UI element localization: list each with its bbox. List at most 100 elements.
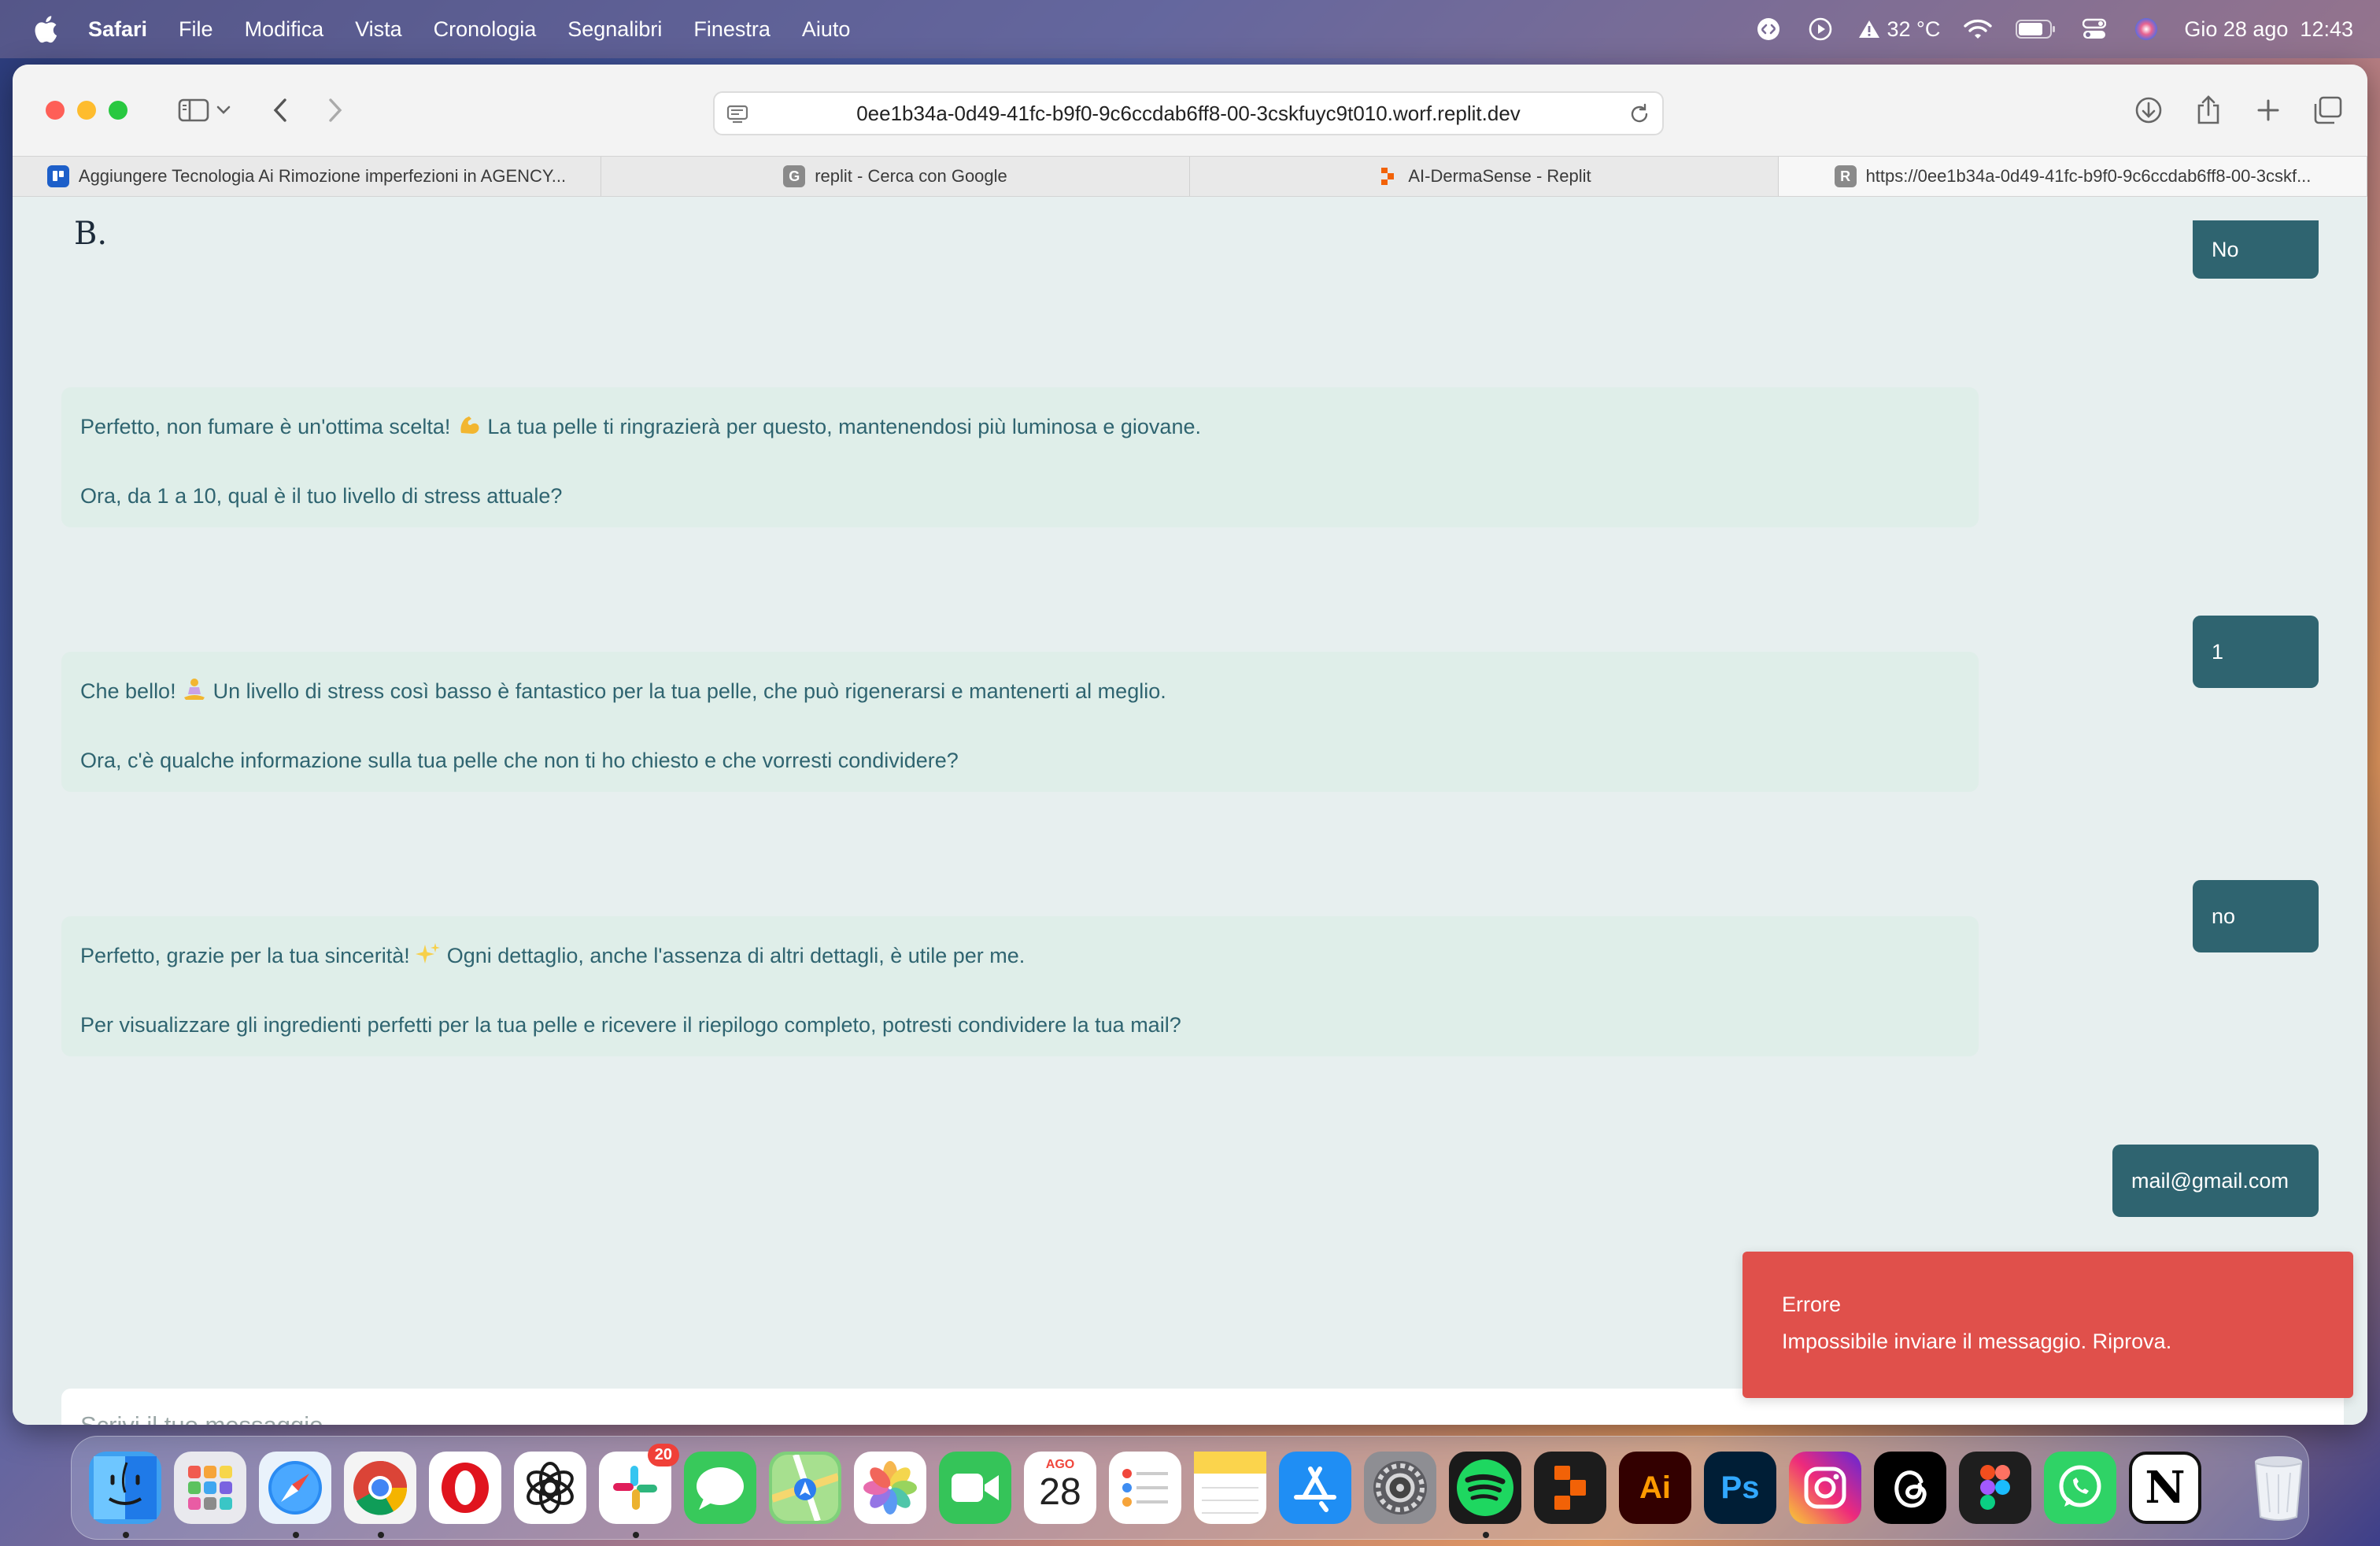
facetime-icon bbox=[952, 1474, 999, 1502]
dock-calendar[interactable]: AGO 28 bbox=[1024, 1452, 1096, 1524]
siri-icon[interactable] bbox=[2132, 15, 2160, 43]
back-button[interactable] bbox=[261, 91, 299, 129]
bot-message-line: Ora, da 1 a 10, qual è il tuo livello di… bbox=[80, 484, 563, 508]
error-toast[interactable]: Errore Impossibile inviare il messaggio.… bbox=[1743, 1252, 2353, 1398]
menu-app-name[interactable]: Safari bbox=[88, 17, 147, 42]
menu-view[interactable]: Vista bbox=[355, 17, 402, 42]
tab-replit[interactable]: AI-DermaSense - Replit bbox=[1190, 157, 1779, 196]
download-icon bbox=[2135, 97, 2162, 124]
whatsapp-icon bbox=[2059, 1465, 2101, 1507]
dock-chrome[interactable] bbox=[344, 1452, 416, 1538]
menu-bookmarks[interactable]: Segnalibri bbox=[567, 17, 662, 42]
dock-slack[interactable]: 20 bbox=[599, 1444, 679, 1538]
close-window-button[interactable] bbox=[46, 101, 65, 120]
toast-message: Impossibile inviare il messaggio. Riprov… bbox=[1782, 1330, 2172, 1353]
page-settings-icon[interactable] bbox=[726, 102, 749, 131]
dock-replit[interactable] bbox=[1534, 1452, 1606, 1524]
bot-text: Perfetto, non fumare è un'ottima scelta! bbox=[80, 415, 456, 438]
dock-reminders[interactable] bbox=[1109, 1452, 1181, 1524]
forward-button[interactable] bbox=[316, 91, 354, 129]
wifi-icon[interactable] bbox=[1964, 15, 1993, 43]
person-meditating-icon bbox=[184, 679, 205, 700]
dock-spotify[interactable] bbox=[1449, 1452, 1521, 1538]
play-circle-icon[interactable] bbox=[1806, 15, 1835, 43]
tab-google-search[interactable]: G replit - Cerca con Google bbox=[601, 157, 1190, 196]
dock-threads[interactable] bbox=[1874, 1452, 1946, 1524]
menu-edit[interactable]: Modifica bbox=[245, 17, 324, 42]
tab-title: https://0ee1b34a-0d49-41fc-b9f0-9c6ccdab… bbox=[1865, 166, 2312, 186]
slack-icon bbox=[613, 1466, 657, 1510]
dock-safari[interactable] bbox=[259, 1452, 331, 1538]
bot-text: Perfetto, grazie per la tua sincerità! bbox=[80, 944, 416, 967]
tab-title: Aggiungere Tecnologia Ai Rimozione imper… bbox=[78, 166, 567, 186]
threads-icon bbox=[1894, 1470, 1927, 1508]
battery-icon[interactable] bbox=[2016, 15, 2057, 43]
dock-app-store[interactable] bbox=[1279, 1452, 1351, 1524]
shazam-icon[interactable] bbox=[1754, 15, 1783, 43]
dock-maps[interactable] bbox=[769, 1452, 841, 1524]
flexed-biceps-icon bbox=[460, 416, 479, 434]
share-button[interactable] bbox=[2190, 91, 2227, 129]
minimize-window-button[interactable] bbox=[77, 101, 96, 120]
user-message: no bbox=[2193, 880, 2319, 952]
dock-photoshop[interactable]: Ps bbox=[1704, 1452, 1776, 1524]
bot-text: Un livello di stress così basso è fantas… bbox=[207, 679, 1166, 703]
dock-chatgpt[interactable] bbox=[514, 1452, 586, 1524]
new-tab-button[interactable] bbox=[2249, 91, 2287, 129]
dock-photos[interactable] bbox=[854, 1452, 926, 1524]
instagram-icon bbox=[1804, 1466, 1846, 1509]
window-controls bbox=[46, 101, 128, 120]
tab-trello[interactable]: Aggiungere Tecnologia Ai Rimozione imper… bbox=[13, 157, 601, 196]
dock-trash[interactable] bbox=[2242, 1452, 2315, 1524]
photos-icon bbox=[863, 1461, 917, 1515]
tab-overview-button[interactable] bbox=[2309, 91, 2347, 129]
bot-text: Che bello! bbox=[80, 679, 183, 703]
notes-icon bbox=[1194, 1452, 1266, 1524]
menu-help[interactable]: Aiuto bbox=[802, 17, 851, 42]
apple-logo-icon[interactable] bbox=[31, 13, 58, 45]
tab-current-page[interactable]: R https://0ee1b34a-0d49-41fc-b9f0-9c6ccd… bbox=[1779, 157, 2367, 196]
control-center-icon[interactable] bbox=[2080, 15, 2108, 43]
sidebar-toggle-button[interactable] bbox=[175, 91, 213, 129]
dock-finder[interactable] bbox=[89, 1452, 161, 1538]
bot-text: Ogni dettaglio, anche l'assenza di altri… bbox=[441, 944, 1026, 967]
weather-widget[interactable]: 32 °C bbox=[1858, 17, 1940, 42]
dock-whatsapp[interactable] bbox=[2044, 1452, 2116, 1524]
user-message: No bbox=[2193, 220, 2319, 279]
zoom-window-button[interactable] bbox=[109, 101, 128, 120]
chevron-down-icon bbox=[216, 105, 231, 114]
tab-group-menu-button[interactable] bbox=[213, 91, 235, 129]
safari-window: 0ee1b34a-0d49-41fc-b9f0-9c6ccdab6ff8-00-… bbox=[13, 65, 2367, 1425]
address-bar[interactable]: 0ee1b34a-0d49-41fc-b9f0-9c6ccdab6ff8-00-… bbox=[713, 91, 1664, 135]
clock[interactable]: Gio 28 ago 12:43 bbox=[2184, 17, 2353, 42]
dock-figma[interactable] bbox=[1959, 1452, 2031, 1524]
dock-illustrator[interactable]: Ai bbox=[1619, 1452, 1691, 1524]
reload-button[interactable] bbox=[1628, 102, 1651, 131]
url-text[interactable]: 0ee1b34a-0d49-41fc-b9f0-9c6ccdab6ff8-00-… bbox=[856, 102, 1521, 126]
dock-notion[interactable]: N bbox=[2129, 1452, 2201, 1524]
trello-icon bbox=[46, 165, 69, 187]
user-message: 1 bbox=[2193, 616, 2319, 688]
dock-instagram[interactable] bbox=[1789, 1452, 1861, 1524]
dock-facetime[interactable] bbox=[939, 1452, 1011, 1524]
dock-messages[interactable] bbox=[684, 1452, 756, 1524]
google-g-icon: G bbox=[783, 165, 806, 187]
bot-message: Che bello! Un livello di stress così bas… bbox=[61, 652, 1979, 792]
bot-message-line: Perfetto, non fumare è un'ottima scelta!… bbox=[80, 409, 1960, 444]
menu-history[interactable]: Cronologia bbox=[434, 17, 537, 42]
dock-opera[interactable] bbox=[429, 1452, 501, 1524]
downloads-button[interactable] bbox=[2130, 91, 2168, 129]
calendar-month: AGO bbox=[1045, 1458, 1075, 1471]
menu-window[interactable]: Finestra bbox=[693, 17, 771, 42]
menu-file[interactable]: File bbox=[179, 17, 213, 42]
letter-r-icon: R bbox=[1834, 165, 1857, 187]
chrome-icon bbox=[353, 1461, 408, 1515]
bot-message-line: Perfetto, grazie per la tua sincerità! O… bbox=[80, 938, 1960, 973]
maps-icon bbox=[772, 1455, 838, 1521]
dock-launchpad[interactable] bbox=[174, 1452, 246, 1524]
brand-logo[interactable]: B. bbox=[74, 216, 107, 252]
dock-notes[interactable] bbox=[1194, 1452, 1266, 1524]
reload-icon bbox=[1631, 103, 1648, 123]
toolbar-right-actions bbox=[2130, 91, 2347, 129]
dock-system-settings[interactable] bbox=[1364, 1452, 1436, 1524]
